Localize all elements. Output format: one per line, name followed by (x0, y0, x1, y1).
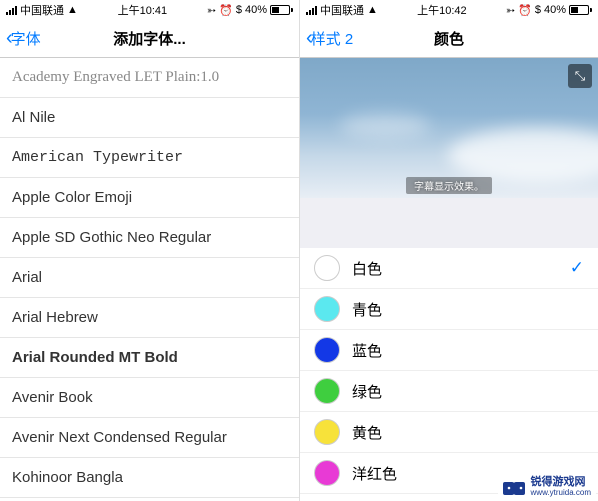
nav-back-button[interactable]: ‹ 样式 2 (306, 27, 353, 50)
status-bar: 中国联通 ▲ 上午10:41 ➳ ⏰ $ 40% (0, 0, 299, 20)
color-row[interactable]: 绿色 (300, 371, 598, 412)
expand-button[interactable]: ⤡ (568, 64, 592, 88)
color-label: 蓝色 (352, 340, 382, 361)
bluetooth-icon: $ (236, 4, 242, 16)
bluetooth-icon: $ (535, 4, 541, 16)
battery-percent: 40% (245, 4, 267, 16)
preview-caption: 字幕显示效果。 (406, 177, 492, 194)
color-swatch (314, 460, 340, 486)
color-swatch (314, 296, 340, 322)
alarm-icon: ⏰ (219, 4, 233, 17)
color-row[interactable]: 蓝色 (300, 330, 598, 371)
status-bar: 中国联通 ▲ 上午10:42 ➳ ⏰ $ 40% (300, 0, 598, 20)
color-label: 白色 (352, 258, 382, 279)
checkmark-icon: ✓ (570, 258, 584, 278)
color-swatch (314, 419, 340, 445)
alarm-icon: ⏰ (518, 4, 532, 17)
color-swatch (314, 378, 340, 404)
nav-bar: ‹ 样式 2 颜色 (300, 20, 598, 58)
battery-icon (270, 5, 293, 15)
color-swatch (314, 255, 340, 281)
nav-title: 添加字体... (113, 28, 186, 49)
battery-icon (569, 5, 592, 15)
location-icon: ➳ (506, 4, 515, 17)
color-list[interactable]: 白色✓青色蓝色绿色黄色洋红色红色 (300, 248, 598, 501)
nav-back-label: 字体 (11, 28, 41, 49)
color-row[interactable]: 白色 ✓ (300, 248, 598, 289)
color-label: 绿色 (352, 381, 382, 402)
watermark-logo-icon (503, 478, 527, 496)
color-swatch (314, 337, 340, 363)
expand-icon: ⤡ (575, 68, 585, 84)
font-row[interactable]: Avenir Next Condensed Regular (0, 418, 299, 458)
watermark: 锐得游戏网 www.ytruida.com (498, 475, 596, 499)
color-row[interactable]: 黄色 (300, 412, 598, 453)
nav-bar: ‹ 字体 添加字体... (0, 20, 299, 58)
status-time: 上午10:41 (118, 2, 168, 18)
status-time: 上午10:42 (417, 2, 467, 18)
wifi-icon: ▲ (367, 4, 378, 16)
location-icon: ➳ (207, 4, 216, 17)
screen-color-picker: 中国联通 ▲ 上午10:42 ➳ ⏰ $ 40% ‹ 样式 2 颜色 ⤡ (299, 0, 598, 501)
nav-title: 颜色 (434, 28, 464, 49)
watermark-title: 锐得游戏网 (531, 477, 591, 489)
wifi-icon: ▲ (67, 4, 78, 16)
screen-font-picker: 中国联通 ▲ 上午10:41 ➳ ⏰ $ 40% ‹ 字体 添加字体... Ac… (0, 0, 299, 501)
font-row[interactable]: Arial Hebrew (0, 298, 299, 338)
subtitle-preview: ⤡ 字幕显示效果。 (300, 58, 598, 198)
color-label: 青色 (352, 299, 382, 320)
nav-back-label: 样式 2 (311, 28, 354, 49)
font-row[interactable]: Kohinoor Bangla (0, 458, 299, 498)
color-label: 洋红色 (352, 463, 397, 484)
carrier-label: 中国联通 (20, 2, 64, 18)
battery-percent: 40% (544, 4, 566, 16)
watermark-url: www.ytruida.com (531, 489, 591, 497)
font-row[interactable]: Arial (0, 258, 299, 298)
section-gap (300, 198, 598, 248)
nav-back-button[interactable]: ‹ 字体 (6, 27, 41, 50)
font-list[interactable]: Academy Engraved LET Plain:1.0 Al Nile A… (0, 58, 299, 501)
font-row[interactable]: Apple SD Gothic Neo Regular (0, 218, 299, 258)
carrier-label: 中国联通 (320, 2, 364, 18)
font-row[interactable]: American Typewriter (0, 138, 299, 178)
font-row[interactable]: Avenir Book (0, 378, 299, 418)
signal-icon (6, 6, 17, 15)
font-row[interactable]: Apple Color Emoji (0, 178, 299, 218)
color-row[interactable]: 青色 (300, 289, 598, 330)
font-row[interactable]: Al Nile (0, 98, 299, 138)
font-row[interactable]: Arial Rounded MT Bold (0, 338, 299, 378)
font-row[interactable]: Academy Engraved LET Plain:1.0 (0, 58, 299, 98)
signal-icon (306, 6, 317, 15)
color-label: 黄色 (352, 422, 382, 443)
